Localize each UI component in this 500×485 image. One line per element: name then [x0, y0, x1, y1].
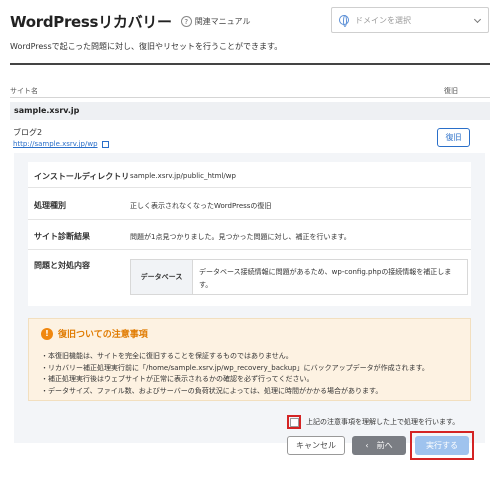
issue-value: データベース接続情報に問題があるため、wp-config.phpの接続情報を補正…: [199, 268, 452, 289]
back-button-label: 前へ: [376, 441, 393, 450]
cancel-button[interactable]: キャンセル: [287, 436, 345, 455]
domain-select[interactable]: ドメインを選択: [331, 7, 489, 33]
notice-item: リカバリー補正処理実行前に「/home/sample.xsrv.jp/wp_re…: [41, 363, 429, 375]
diagnosis-label: サイト診断結果: [34, 232, 90, 241]
blog-url-link[interactable]: http://sample.xsrv.jp/wp: [13, 140, 109, 148]
process-type-value: 正しく表示されなくなったWordPressの復旧: [130, 202, 272, 210]
globe-icon: [339, 15, 349, 27]
header-divider: [10, 63, 490, 65]
chevron-down-icon: [473, 15, 482, 24]
blog-name: ブログ2: [13, 128, 43, 137]
page-subtitle: WordPressで起こった問題に対し、復旧やリセットを行うことができます。: [10, 42, 283, 51]
row-diagnosis: サイト診断結果 問題が1点見つかりました。見つかった問題に対し、補正を行います。: [28, 220, 471, 250]
issue-table: データベース データベース接続情報に問題があるため、wp-config.phpの…: [130, 259, 468, 295]
execute-button[interactable]: 実行する: [415, 436, 469, 455]
agree-checkbox-highlight: [287, 415, 301, 429]
domain-row: sample.xsrv.jp: [10, 102, 490, 120]
page-title: WordPressリカバリー: [10, 13, 172, 31]
column-site-name: サイト名: [10, 87, 38, 95]
process-type-label: 処理種別: [34, 201, 66, 210]
notice-box: ! 復旧ついての注意事項 本復旧機能は、サイトを完全に復旧することを保証するもの…: [28, 318, 471, 401]
agree-checkbox[interactable]: [289, 417, 299, 427]
restore-button[interactable]: 復旧: [437, 128, 470, 147]
external-link-icon: [101, 140, 109, 148]
help-circle-icon: ?: [180, 16, 192, 27]
manual-link[interactable]: ? 関連マニュアル: [180, 16, 251, 27]
notice-item: データサイズ、ファイル数、およびサーバーの負荷状況によっては、処理に時間がかかる…: [41, 386, 429, 398]
install-dir-label: インストールディレクトリ: [34, 172, 130, 181]
back-button[interactable]: ‹ 前へ: [352, 436, 406, 455]
agree-row: 上記の注意事項を理解した上で処理を行います。: [287, 415, 459, 429]
title-group: WordPressリカバリー ? 関連マニュアル: [10, 11, 250, 32]
chevron-left-icon: ‹: [365, 441, 369, 450]
domain-select-placeholder: ドメインを選択: [355, 15, 411, 25]
issues-label: 問題と対処内容: [34, 261, 90, 270]
notice-item: 本復旧機能は、サイトを完全に復旧することを保証するものではありません。: [41, 351, 429, 363]
notice-list: 本復旧機能は、サイトを完全に復旧することを保証するものではありません。 リカバリ…: [41, 351, 429, 397]
notice-title-text: 復旧ついての注意事項: [58, 330, 148, 340]
list-header-divider: [10, 97, 490, 98]
blog-url-text: http://sample.xsrv.jp/wp: [13, 140, 98, 148]
install-dir-value: sample.xsrv.jp/public_html/wp: [130, 172, 236, 180]
manual-link-label: 関連マニュアル: [194, 17, 251, 26]
warning-icon: !: [41, 327, 53, 340]
column-restore: 復旧: [444, 87, 458, 95]
list-header: サイト名 復旧: [10, 86, 490, 96]
notice-title: ! 復旧ついての注意事項: [41, 327, 148, 340]
issue-key: データベース: [131, 260, 193, 294]
diagnosis-value: 問題が1点見つかりました。見つかった問題に対し、補正を行います。: [130, 233, 351, 241]
agree-label: 上記の注意事項を理解した上で処理を行います。: [306, 418, 460, 426]
row-install-dir: インストールディレクトリ sample.xsrv.jp/public_html/…: [28, 162, 471, 188]
row-process-type: 処理種別 正しく表示されなくなったWordPressの復旧: [28, 188, 471, 220]
execute-button-highlight: 実行する: [410, 431, 474, 460]
notice-item: 補正処理実行後はウェブサイトが正常に表示されるかの確認を必ず行ってください。: [41, 374, 429, 386]
